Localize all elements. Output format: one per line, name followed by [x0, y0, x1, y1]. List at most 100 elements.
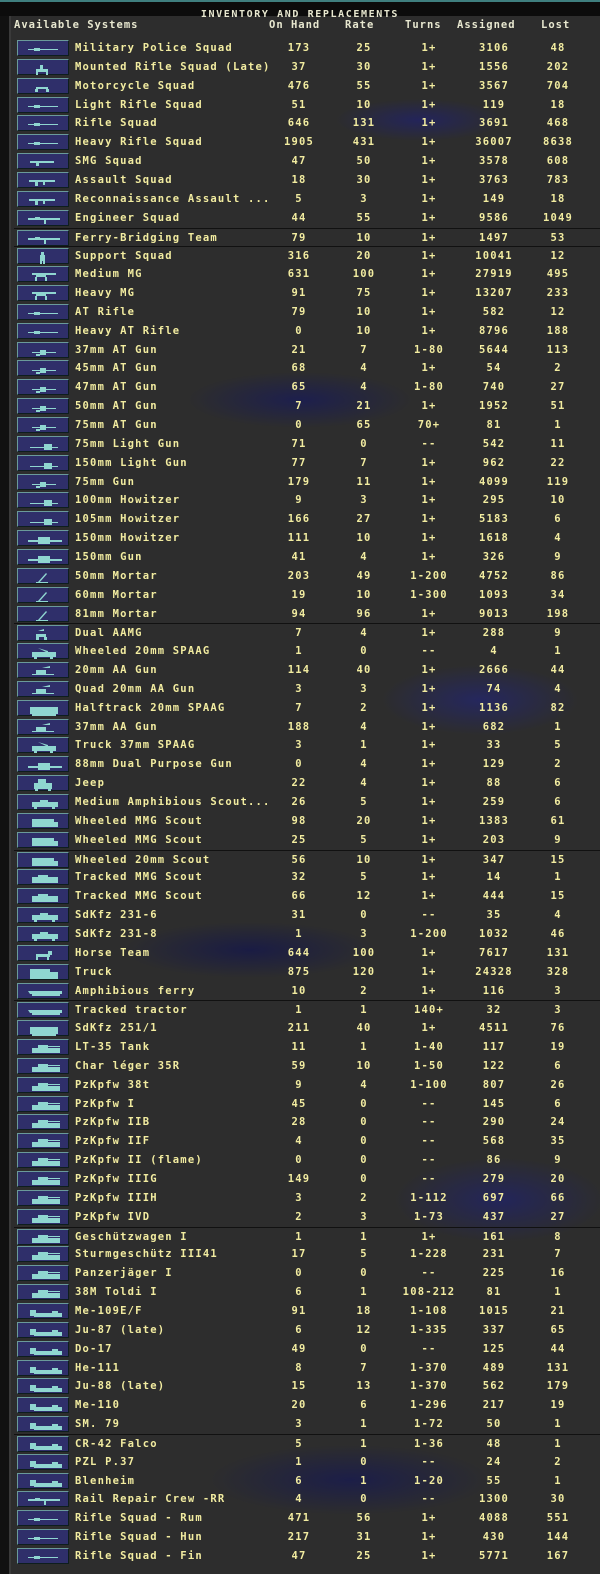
table-row[interactable]: Ju-88 (late) 15 13 1-370 562 179 [14, 1377, 600, 1396]
unit-icon-button[interactable] [17, 831, 69, 848]
unit-icon-button[interactable] [17, 851, 69, 868]
unit-icon-button[interactable] [17, 115, 69, 132]
table-row[interactable]: Rifle Squad - Rum 471 56 1+ 4088 551 [14, 1509, 600, 1528]
unit-icon-button[interactable] [17, 718, 69, 735]
table-row[interactable]: 75mm Light Gun 71 0 -- 542 11 [14, 435, 600, 454]
unit-icon-button[interactable] [17, 1510, 69, 1527]
unit-icon-button[interactable] [17, 248, 69, 265]
table-row[interactable]: Reconnaissance Assault ... 5 3 1+ 149 18 [14, 190, 600, 209]
table-row[interactable]: PzKpfw II (flame) 0 0 -- 86 9 [14, 1151, 600, 1170]
unit-icon-button[interactable] [17, 1265, 69, 1282]
unit-icon-button[interactable] [17, 229, 69, 246]
table-row[interactable]: Heavy Rifle Squad 1905 431 1+ 36007 8638 [14, 133, 600, 152]
unit-icon-button[interactable] [17, 548, 69, 565]
unit-icon-button[interactable] [17, 680, 69, 697]
table-row[interactable]: Rifle Squad - Hun 217 31 1+ 430 144 [14, 1528, 600, 1547]
unit-icon-button[interactable] [17, 1039, 69, 1056]
table-row[interactable]: PzKpfw 38t 9 4 1-100 807 26 [14, 1076, 600, 1095]
table-row[interactable]: Motorcycle Squad 476 55 1+ 3567 704 [14, 77, 600, 96]
table-row[interactable]: SdKfz 251/1 211 40 1+ 4511 76 [14, 1019, 600, 1038]
unit-icon-button[interactable] [17, 1359, 69, 1376]
table-row[interactable]: 105mm Howitzer 166 27 1+ 5183 6 [14, 510, 600, 529]
table-row[interactable]: PzKpfw IVD 2 3 1-73 437 27 [14, 1208, 600, 1227]
table-row[interactable]: Wheeled 20mm SPAAG 1 0 -- 4 1 [14, 642, 600, 661]
column-header-rate[interactable]: Rate [345, 19, 374, 31]
unit-icon-button[interactable] [17, 869, 69, 886]
unit-icon-button[interactable] [17, 322, 69, 339]
table-row[interactable]: Rail Repair Crew -RR 4 0 -- 1300 30 [14, 1490, 600, 1509]
column-header-turns[interactable]: Turns [405, 19, 442, 31]
unit-icon-button[interactable] [17, 435, 69, 452]
unit-icon-button[interactable] [17, 473, 69, 490]
table-row[interactable]: He-111 8 7 1-370 489 131 [14, 1359, 600, 1378]
table-row[interactable]: 75mm Gun 179 11 1+ 4099 119 [14, 473, 600, 492]
table-row[interactable]: Engineer Squad 44 55 1+ 9586 1049 [14, 209, 600, 228]
unit-icon-button[interactable] [17, 530, 69, 547]
table-row[interactable]: Tracked tractor 1 1 140+ 32 3 [14, 1000, 600, 1020]
table-row[interactable]: Assault Squad 18 30 1+ 3763 783 [14, 171, 600, 190]
unit-icon-button[interactable] [17, 1378, 69, 1395]
unit-icon-button[interactable] [17, 1321, 69, 1338]
unit-icon-button[interactable] [17, 1208, 69, 1225]
unit-icon-button[interactable] [17, 944, 69, 961]
unit-icon-button[interactable] [17, 794, 69, 810]
table-row[interactable]: SMG Squad 47 50 1+ 3578 608 [14, 152, 600, 171]
unit-icon-button[interactable] [17, 1246, 69, 1263]
table-row[interactable]: PzKpfw IIIH 3 2 1-112 697 66 [14, 1189, 600, 1208]
column-header-lost[interactable]: Lost [541, 19, 570, 31]
unit-icon-button[interactable] [17, 1340, 69, 1357]
table-row[interactable]: Halftrack 20mm SPAAG 7 2 1+ 1136 82 [14, 699, 600, 718]
table-row[interactable]: Tracked MMG Scout 66 12 1+ 444 15 [14, 887, 600, 906]
table-row[interactable]: 50mm AT Gun 7 21 1+ 1952 51 [14, 397, 600, 416]
unit-icon-button[interactable] [17, 1302, 69, 1319]
unit-icon-button[interactable] [17, 888, 69, 905]
table-row[interactable]: Tracked MMG Scout 32 5 1+ 14 1 [14, 868, 600, 887]
table-row[interactable]: Rifle Squad 646 131 1+ 3691 468 [14, 114, 600, 133]
table-row[interactable]: 81mm Mortar 94 96 1+ 9013 198 [14, 605, 600, 624]
column-header-available-systems[interactable]: Available Systems [14, 19, 138, 31]
table-row[interactable]: 60mm Mortar 19 10 1-300 1093 34 [14, 586, 600, 605]
table-row[interactable]: 45mm AT Gun 68 4 1+ 54 2 [14, 359, 600, 378]
table-row[interactable]: Heavy AT Rifle 0 10 1+ 8796 188 [14, 322, 600, 341]
table-row[interactable]: Me-110 20 6 1-296 217 19 [14, 1396, 600, 1415]
table-row[interactable]: CR-42 Falco 5 1 1-36 48 1 [14, 1433, 600, 1454]
unit-icon-button[interactable] [17, 963, 69, 980]
table-row[interactable]: Wheeled 20mm Scout 56 10 1+ 347 15 [14, 849, 600, 870]
table-row[interactable]: Mounted Rifle Squad (Late) 37 30 1+ 1556 202 [14, 58, 600, 77]
table-row[interactable]: Wheeled MMG Scout 25 5 1+ 203 9 [14, 831, 600, 850]
table-row[interactable]: 20mm AA Gun 114 40 1+ 2666 44 [14, 661, 600, 680]
unit-icon-button[interactable] [17, 1228, 69, 1245]
table-row[interactable]: Dual AAMG 7 4 1+ 288 9 [14, 623, 600, 643]
unit-icon-button[interactable] [17, 1472, 69, 1489]
table-row[interactable]: Do-17 49 0 -- 125 44 [14, 1340, 600, 1359]
table-row[interactable]: PzKpfw IIB 28 0 -- 290 24 [14, 1113, 600, 1132]
unit-icon-button[interactable] [17, 1397, 69, 1414]
table-row[interactable]: 37mm AT Gun 21 7 1-80 5644 113 [14, 341, 600, 360]
unit-icon-button[interactable] [17, 1491, 69, 1508]
table-row[interactable]: PzKpfw IIIG 149 0 -- 279 20 [14, 1170, 600, 1189]
column-header-assigned[interactable]: Assigned [457, 19, 516, 31]
table-row[interactable]: Panzerjäger I 0 0 -- 225 16 [14, 1264, 600, 1283]
unit-icon-button[interactable] [17, 58, 69, 75]
table-row[interactable]: AT Rifle 79 10 1+ 582 12 [14, 303, 600, 322]
unit-icon-button[interactable] [17, 134, 69, 151]
unit-icon-button[interactable] [17, 1057, 69, 1074]
table-row[interactable]: Heavy MG 91 75 1+ 13207 233 [14, 284, 600, 303]
unit-icon-button[interactable] [17, 1529, 69, 1546]
unit-icon-button[interactable] [17, 1002, 69, 1019]
unit-icon-button[interactable] [17, 1095, 69, 1112]
unit-icon-button[interactable] [17, 982, 69, 999]
table-row[interactable]: Amphibious ferry 10 2 1+ 116 3 [14, 982, 600, 1001]
unit-icon-button[interactable] [17, 643, 69, 660]
unit-icon-button[interactable] [17, 1416, 69, 1433]
table-row[interactable]: Support Squad 316 20 1+ 10041 12 [14, 246, 600, 266]
unit-icon-button[interactable] [17, 303, 69, 320]
table-row[interactable]: 75mm AT Gun 0 65 70+ 81 1 [14, 416, 600, 435]
table-row[interactable]: 150mm Howitzer 111 10 1+ 1618 4 [14, 529, 600, 548]
unit-icon-button[interactable] [17, 454, 69, 471]
unit-icon-button[interactable] [17, 209, 69, 226]
table-row[interactable]: Quad 20mm AA Gun 3 3 1+ 74 4 [14, 680, 600, 699]
unit-icon-button[interactable] [17, 153, 69, 170]
unit-icon-button[interactable] [17, 1171, 69, 1187]
unit-icon-button[interactable] [17, 1453, 69, 1470]
